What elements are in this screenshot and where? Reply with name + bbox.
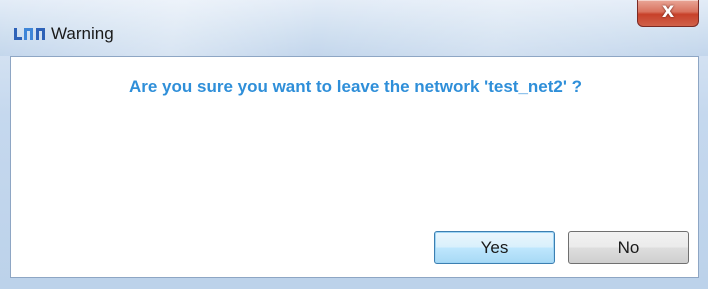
warning-dialog: Warning X Are you sure you want to leave… — [0, 0, 708, 289]
app-logo-icon — [13, 27, 47, 41]
window-title: Warning — [51, 24, 114, 43]
confirmation-message: Are you sure you want to leave the netwo… — [128, 77, 583, 96]
yes-button[interactable]: Yes — [434, 231, 555, 264]
close-button[interactable]: X — [637, 0, 699, 27]
no-button[interactable]: No — [568, 231, 689, 264]
dialog-content: Are you sure you want to leave the netwo… — [10, 56, 699, 278]
close-icon: X — [661, 2, 675, 21]
title-bar[interactable]: Warning X — [0, 0, 708, 56]
